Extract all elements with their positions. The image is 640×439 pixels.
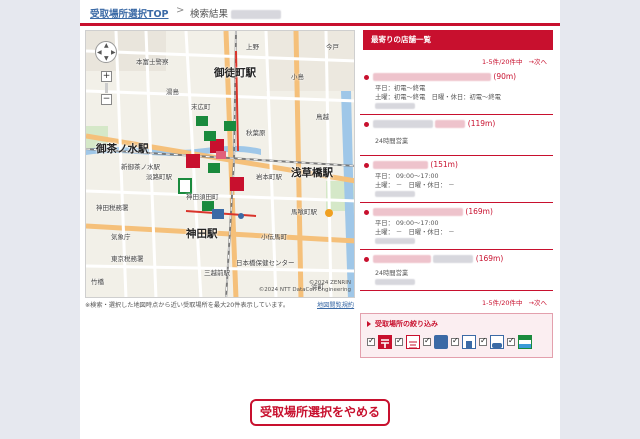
store-name[interactable]: (151m) (365, 160, 549, 172)
cancel-selection-button[interactable]: 受取場所選択をやめる (250, 399, 390, 426)
store-name[interactable]: (169m) (365, 207, 549, 219)
breadcrumb-current: 検索結果 (190, 6, 282, 20)
breadcrumb: 受取場所選択TOP > 検索結果 (80, 0, 560, 26)
store-name[interactable]: (119m) (365, 119, 549, 131)
map-label-mitsukoshi: 三越前駅 (204, 269, 230, 277)
map-label-ogawamachi: 淡路町駅 (146, 173, 172, 181)
store-hours: 24時間営業 (375, 138, 409, 145)
map-label-ueno: 上野 (246, 43, 259, 51)
filter-title: 受取場所の絞り込み (361, 314, 552, 329)
pager-next-link[interactable]: →次へ (529, 58, 547, 66)
filter-checkbox-lawson[interactable] (395, 336, 403, 346)
store-item[interactable]: (90m) 平日：初電～終電 土曜：初電～終電 日曜・休日：初電～終電 (360, 68, 553, 115)
filter-checkbox-station-locker[interactable] (451, 336, 459, 346)
map-label-ochanomizu: 御茶ノ水駅 (96, 143, 149, 155)
store-hours: 24時間営業 (375, 270, 409, 277)
store-item[interactable]: (169m) 平日： 09:00～17:00 土曜： － 日曜・休日： － (360, 203, 553, 250)
map-copyright: ©2024 ZENRIN ©2024 NTT DataCon Engineerin… (258, 280, 351, 293)
filter-checkbox-family-mart[interactable] (423, 336, 431, 346)
store-hours-weekday: 平日： 09:00～17:00 (375, 220, 439, 227)
store-name[interactable]: (90m) (365, 72, 549, 84)
store-hours-weekend: 土曜：初電～終電 日曜・休日：初電～終電 (375, 94, 501, 101)
zoom-slider[interactable] (105, 83, 108, 93)
map-label-iwamotocho: 岩本町駅 (256, 173, 282, 181)
map-label-asakusabashi: 浅草橋駅 (291, 167, 333, 179)
zoom-in-button[interactable]: + (101, 71, 112, 82)
map-label-shinochanomizu: 新御茶ノ水駅 (121, 163, 160, 171)
map-label-kishocho: 気象庁 (111, 233, 131, 241)
map-label-takehashi: 竹橋 (91, 278, 104, 286)
map-label-tokyozeimusho: 東京税務署 (111, 255, 144, 263)
filter-checkbox-daily[interactable] (507, 336, 515, 346)
pan-control[interactable]: ▲ ▼ ◀ ▶ (95, 41, 117, 63)
list-header: 最寄りの店舗一覧 (360, 30, 553, 50)
map-label-kodemmacho: 小伝馬町 (261, 233, 287, 241)
daily-icon (518, 335, 532, 349)
store-item[interactable]: (119m) 24時間営業 (360, 115, 553, 156)
store-item[interactable]: (151m) 平日： 09:00～17:00 土曜： － 日曜・休日： － (360, 156, 553, 203)
map-label-honkomagome: 本富士警察 (136, 58, 169, 66)
map-label-yushima: 湯島 (166, 88, 179, 96)
nearby-stores-list: 最寄りの店舗一覧 1-5件/20件中 →次へ (90m) 平日：初電～終電 土曜：… (360, 30, 553, 358)
store-name[interactable]: (169m) (365, 254, 549, 266)
map-label-akihabara: 秋葉原 (246, 129, 266, 137)
pager-bottom: 1-5件/20件中 →次へ (360, 291, 553, 309)
main-panel: 受取場所選択TOP > 検索結果 御徒町駅 御茶ノ水駅 浅草橋駅 神田駅 本富士… (80, 0, 560, 439)
station-locker-icon (462, 335, 476, 349)
pager-next-link[interactable]: →次へ (529, 299, 547, 307)
lawson-icon (406, 335, 420, 349)
store-item[interactable]: (169m) 24時間営業 (360, 250, 553, 291)
pudo-icon (490, 335, 504, 349)
post-office-icon (378, 335, 392, 349)
pager-range: 1-5件/20件中 (481, 299, 523, 307)
map-label-kanda: 神田駅 (186, 228, 218, 240)
filter-checkbox-post-office[interactable] (367, 336, 375, 346)
store-hours-weekend: 土曜： － 日曜・休日： － (375, 229, 455, 236)
map-view[interactable]: 御徒町駅 御茶ノ水駅 浅草橋駅 神田駅 本富士警察 淡路町駅 神田税務署 気象庁… (85, 30, 355, 298)
store-hours-weekend: 土曜： － 日曜・休日： － (375, 182, 455, 189)
map-label-imado: 今戸 (326, 43, 339, 51)
filter-checkbox-pudo[interactable] (479, 336, 487, 346)
map-note: ※検索・選択した地図時点から近い受取場所を最大20件表示しています。 (85, 302, 290, 309)
map-label-nihonbashi: 日本橋保健センター (236, 259, 295, 267)
store-hours-weekday: 平日：初電～終電 (375, 85, 426, 92)
map-label-kandazeimusho: 神田税務署 (96, 204, 129, 212)
pager-range: 1-5件/20件中 (481, 58, 523, 66)
map-label-suehirocho: 末広町 (191, 103, 211, 111)
map-label-torigoe: 鳥越 (316, 113, 329, 121)
zoom-out-button[interactable]: − (101, 94, 112, 105)
family-mart-icon (434, 335, 448, 349)
breadcrumb-top-link[interactable]: 受取場所選択TOP (90, 6, 169, 20)
map-terms-link[interactable]: 地図閲覧規約 (317, 300, 354, 309)
map-label-kandasudacho: 神田須田町 (186, 193, 219, 201)
pager-top: 1-5件/20件中 →次へ (360, 50, 553, 68)
map-label-kodai: 小島 (291, 73, 304, 81)
store-hours-weekday: 平日： 09:00～17:00 (375, 173, 439, 180)
map-label-bakurocho: 馬喰町駅 (291, 208, 317, 216)
breadcrumb-separator: > (176, 5, 185, 16)
filter-box: 受取場所の絞り込み (360, 313, 553, 358)
map-label-okachimachi: 御徒町駅 (214, 67, 256, 79)
